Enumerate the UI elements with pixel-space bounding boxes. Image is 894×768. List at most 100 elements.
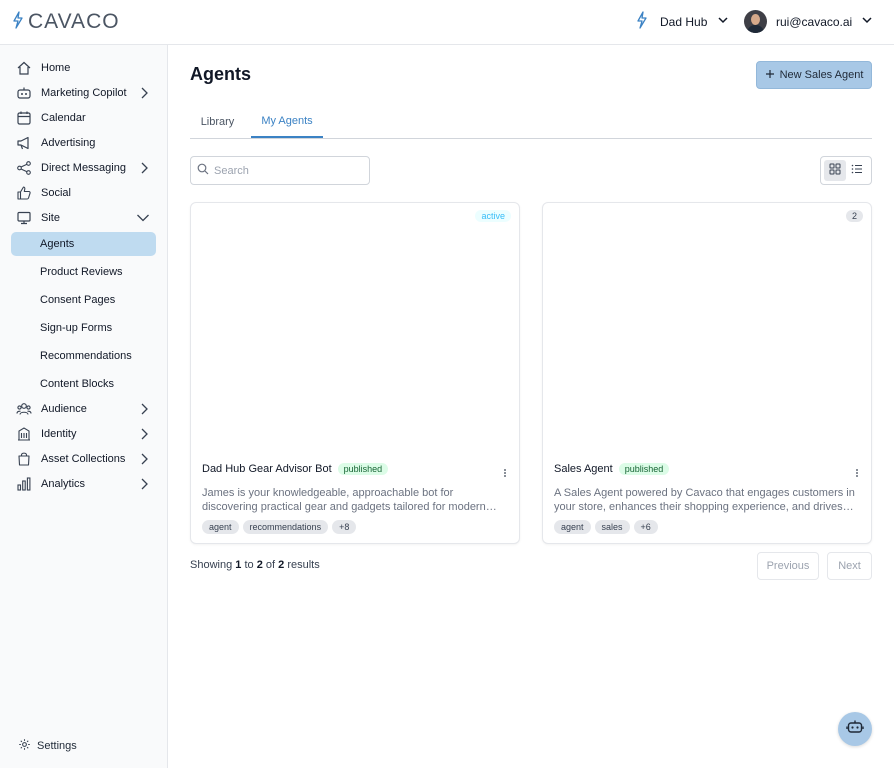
- monitor-icon: [15, 209, 33, 227]
- sidebar-item-social[interactable]: Social: [11, 181, 156, 205]
- published-badge: published: [618, 463, 670, 475]
- sidebar-subitem-recommendations[interactable]: Recommendations: [11, 344, 156, 368]
- calendar-icon: [15, 109, 33, 127]
- sidebar-item-label: Home: [41, 62, 71, 74]
- tag: agent: [202, 520, 239, 534]
- chevron-down-icon: [717, 14, 729, 29]
- sidebar-item-asset-collections[interactable]: Asset Collections: [11, 447, 156, 471]
- building-icon: [15, 425, 33, 443]
- sidebar-subitem-consent-pages[interactable]: Consent Pages: [11, 288, 156, 312]
- more-tags-count: +8: [332, 520, 357, 534]
- sidebar-item-label: Identity: [41, 428, 77, 440]
- results-prefix: Showing: [190, 559, 233, 571]
- results-to-word: to: [244, 559, 254, 571]
- more-options-icon[interactable]: [503, 465, 507, 483]
- plus-icon: [765, 69, 775, 82]
- sidebar-item-audience[interactable]: Audience: [11, 397, 156, 421]
- sidebar-item-analytics[interactable]: Analytics: [11, 472, 156, 496]
- results-of-word: of: [265, 559, 276, 571]
- chevron-right-icon: [138, 161, 150, 178]
- workspace-switcher[interactable]: Dad Hub: [636, 11, 729, 32]
- home-icon: [15, 59, 33, 77]
- sidebar-item-direct-messaging[interactable]: Direct Messaging: [11, 156, 156, 180]
- grid-view-button[interactable]: [824, 160, 846, 181]
- sidebar-item-label: Marketing Copilot: [41, 87, 127, 99]
- new-sales-agent-label: New Sales Agent: [779, 69, 864, 81]
- sidebar-item-label: Social: [41, 187, 71, 199]
- user-email: rui@cavaco.ai: [776, 14, 853, 29]
- results-to: 2: [256, 559, 263, 571]
- chart-icon: [15, 475, 33, 493]
- count-badge: 2: [845, 210, 863, 222]
- agent-card[interactable]: 2 Sales Agent published A Sales Agent po…: [542, 202, 872, 544]
- sidebar-item-home[interactable]: Home: [11, 56, 156, 80]
- tab-my-agents[interactable]: My Agents: [251, 106, 323, 138]
- results-suffix: results: [287, 559, 320, 571]
- tag: sales: [594, 520, 630, 534]
- tag: agent: [554, 520, 591, 534]
- card-description: James is your knowledgeable, approachabl…: [202, 487, 486, 513]
- megaphone-icon: [15, 134, 33, 152]
- settings-label: Settings: [37, 740, 77, 752]
- card-tags: agent sales +6: [554, 520, 658, 534]
- gear-icon: [18, 738, 31, 754]
- sidebar-subitem-agents[interactable]: Agents: [11, 232, 156, 256]
- list-view-button[interactable]: [847, 160, 869, 181]
- assistant-chat-button[interactable]: [838, 712, 872, 746]
- results-summary: Showing 1 to 2 of 2 results: [190, 559, 320, 571]
- chevron-right-icon: [138, 477, 150, 494]
- sidebar: Home Marketing Copilot Calendar Advertis…: [0, 45, 168, 768]
- search-input[interactable]: [214, 164, 354, 177]
- workspace-name: Dad Hub: [660, 14, 708, 29]
- sidebar-item-settings[interactable]: Settings: [18, 738, 77, 754]
- search-box: [190, 156, 370, 185]
- robot-icon: [15, 84, 33, 102]
- chevron-right-icon: [138, 427, 150, 444]
- sidebar-item-label: Calendar: [41, 112, 86, 124]
- new-sales-agent-button[interactable]: New Sales Agent: [756, 61, 872, 89]
- sidebar-item-site[interactable]: Site: [11, 206, 156, 230]
- active-status-badge: active: [475, 210, 511, 222]
- sidebar-subitem-content-blocks[interactable]: Content Blocks: [11, 372, 156, 396]
- users-icon: [15, 400, 33, 418]
- robot-icon: [846, 718, 864, 741]
- bag-icon: [15, 450, 33, 468]
- previous-page-button[interactable]: Previous: [757, 552, 819, 580]
- chevron-down-icon: [136, 211, 150, 228]
- thumbs-up-icon: [15, 184, 33, 202]
- sidebar-subitem-product-reviews[interactable]: Product Reviews: [11, 260, 156, 284]
- published-badge: published: [337, 463, 389, 475]
- user-menu[interactable]: rui@cavaco.ai: [744, 10, 873, 33]
- sidebar-item-label: Analytics: [41, 478, 86, 490]
- top-bar: CAVACO Dad Hub rui@cavaco.ai: [0, 0, 894, 45]
- brand-name: CAVACO: [28, 10, 120, 33]
- sidebar-item-advertising[interactable]: Advertising: [11, 131, 156, 155]
- card-tags: agent recommendations +8: [202, 520, 357, 534]
- card-header: Sales Agent published: [554, 463, 670, 475]
- tab-library[interactable]: Library: [190, 106, 245, 138]
- sidebar-subitem-signup-forms[interactable]: Sign-up Forms: [11, 316, 156, 340]
- results-from: 1: [235, 559, 242, 571]
- agent-card[interactable]: active Dad Hub Gear Advisor Bot publishe…: [190, 202, 520, 544]
- workspace-bolt-icon: [636, 11, 648, 32]
- search-icon: [197, 162, 209, 180]
- chevron-right-icon: [138, 402, 150, 419]
- card-description: A Sales Agent powered by Cavaco that eng…: [554, 487, 855, 513]
- tab-bar: Library My Agents: [190, 106, 872, 139]
- share-icon: [15, 159, 33, 177]
- tag: recommendations: [242, 520, 329, 534]
- sidebar-item-identity[interactable]: Identity: [11, 422, 156, 446]
- more-options-icon[interactable]: [855, 465, 859, 483]
- card-header: Dad Hub Gear Advisor Bot published: [202, 463, 389, 475]
- page-title: Agents: [190, 64, 252, 84]
- grid-icon: [829, 162, 841, 180]
- sidebar-item-label: Asset Collections: [41, 453, 126, 465]
- avatar: [744, 10, 767, 33]
- next-page-button[interactable]: Next: [827, 552, 872, 580]
- card-title: Sales Agent: [554, 463, 613, 475]
- brand-logo[interactable]: CAVACO: [12, 10, 120, 34]
- sidebar-item-calendar[interactable]: Calendar: [11, 106, 156, 130]
- bolt-logo-icon: [12, 10, 24, 34]
- sidebar-item-label: Advertising: [41, 137, 96, 149]
- sidebar-item-marketing-copilot[interactable]: Marketing Copilot: [11, 81, 156, 105]
